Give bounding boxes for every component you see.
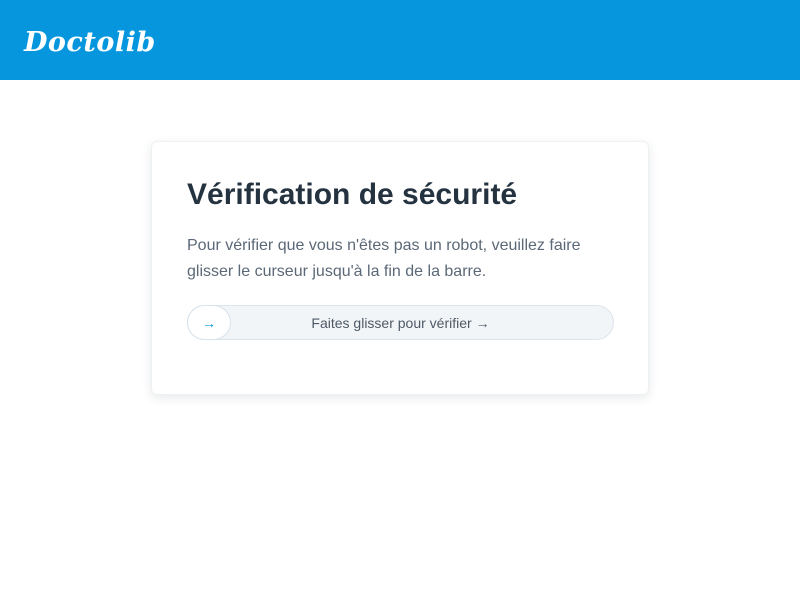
verification-instructions: Pour vérifier que vous n'êtes pas un rob…	[187, 237, 581, 280]
slider-handle[interactable]: →	[187, 305, 231, 340]
doctolib-logo[interactable]: Doctolib	[24, 26, 156, 60]
verification-slider-track[interactable]: Faites glisser pour vérifier → →	[187, 305, 614, 340]
arrow-right-icon: →	[202, 315, 216, 331]
top-header: Doctolib	[0, 0, 800, 80]
security-verification-card: Vérification de sécurité Pour vérifier q…	[151, 141, 649, 395]
slider-label: Faites glisser pour vérifier →	[311, 315, 490, 331]
page-title: Vérification de sécurité	[187, 178, 518, 211]
